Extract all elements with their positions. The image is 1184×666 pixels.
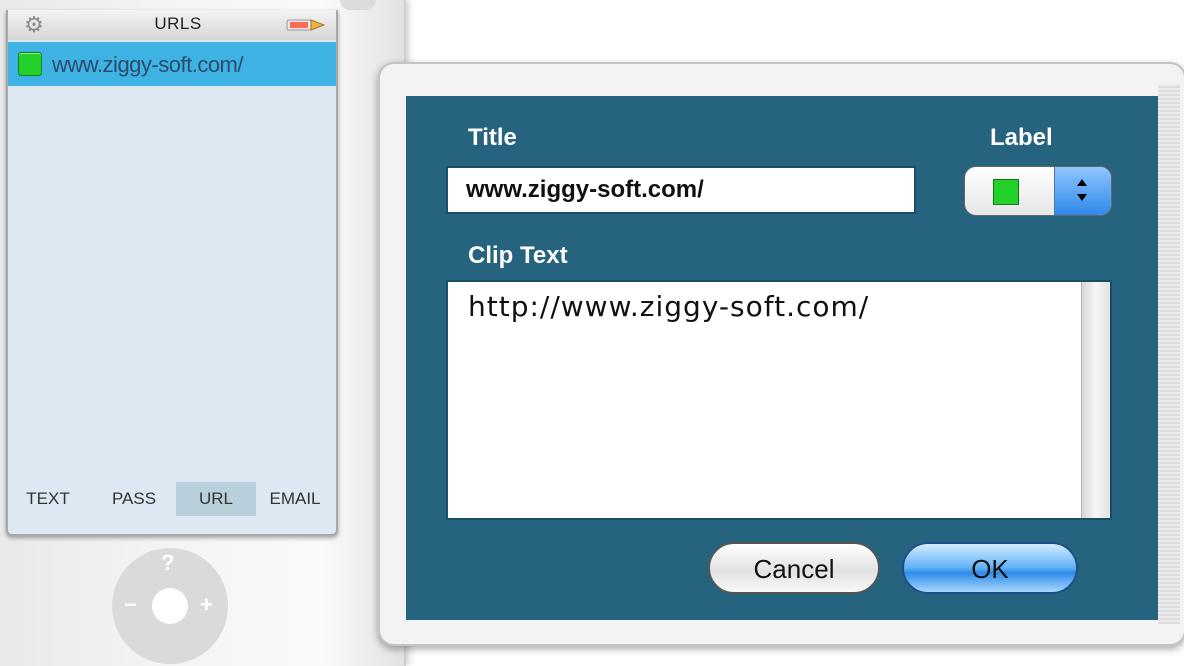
minus-icon[interactable]: −: [124, 592, 137, 618]
title-label: Title: [468, 124, 517, 151]
clip-text-label: Clip Text: [468, 242, 568, 269]
clip-text-value[interactable]: http://www.ziggy-soft.com/: [468, 290, 869, 323]
category-tabs: TEXT PASS URL EMAIL: [8, 482, 336, 516]
device-panel: ⚙ URLS www.ziggy-soft.com/ TEXT PASS URL…: [0, 0, 406, 666]
label-color-popup[interactable]: [964, 166, 1112, 216]
arrow-up-icon: [1077, 179, 1087, 186]
bullet-icon[interactable]: [286, 18, 326, 32]
tab-url[interactable]: URL: [176, 482, 256, 516]
gear-icon[interactable]: ⚙: [22, 13, 46, 37]
dialog-edge-stripes: [1158, 84, 1180, 624]
list-item-label: www.ziggy-soft.com/: [52, 52, 244, 77]
clip-text-scrollbar[interactable]: [1081, 282, 1110, 518]
green-label-swatch-icon: [18, 52, 42, 76]
list-item[interactable]: www.ziggy-soft.com/: [8, 42, 336, 86]
control-wheel[interactable]: ? − +: [112, 548, 228, 664]
device-cap: [340, 0, 376, 10]
clip-text-area[interactable]: http://www.ziggy-soft.com/: [446, 280, 1112, 520]
help-icon[interactable]: ?: [161, 550, 174, 576]
cancel-button[interactable]: Cancel: [708, 542, 880, 594]
green-label-swatch-icon: [993, 179, 1019, 205]
popup-stepper-icon[interactable]: [1054, 167, 1111, 215]
arrow-down-icon: [1077, 194, 1087, 201]
title-field[interactable]: [446, 166, 916, 214]
tab-pass[interactable]: PASS: [94, 482, 174, 516]
edit-clip-dialog: Title Label Clip Text http://www.ziggy-s…: [378, 62, 1184, 646]
ok-button[interactable]: OK: [902, 542, 1078, 594]
screen-title: URLS: [154, 14, 202, 33]
label-label: Label: [990, 124, 1053, 151]
wheel-center-button[interactable]: [152, 588, 188, 624]
tab-email[interactable]: EMAIL: [256, 482, 334, 516]
dialog-body: Title Label Clip Text http://www.ziggy-s…: [406, 96, 1158, 620]
clip-list-screen: ⚙ URLS www.ziggy-soft.com/ TEXT PASS URL…: [6, 10, 338, 536]
plus-icon[interactable]: +: [200, 592, 213, 618]
tab-text[interactable]: TEXT: [10, 482, 86, 516]
screen-header: ⚙ URLS: [8, 10, 336, 40]
